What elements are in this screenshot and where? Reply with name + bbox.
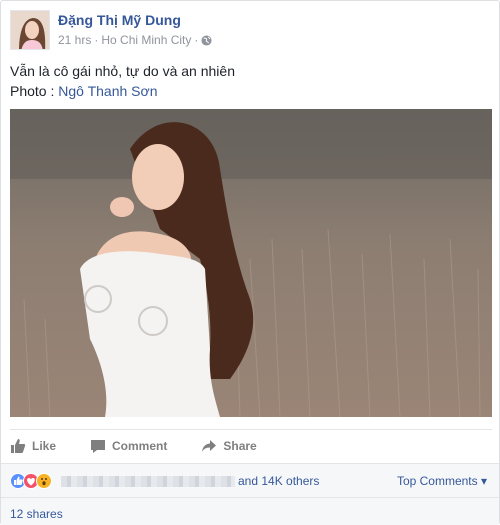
photo-credit-line: Photo : Ngô Thanh Sơn bbox=[10, 81, 490, 101]
like-label: Like bbox=[32, 438, 57, 453]
post-location[interactable]: Ho Chi Minh City bbox=[101, 33, 191, 47]
globe-icon[interactable] bbox=[201, 34, 212, 46]
like-button[interactable]: Like bbox=[10, 438, 56, 454]
comment-label: Comment bbox=[112, 438, 168, 453]
post-time[interactable]: 21 hrs bbox=[58, 33, 91, 47]
reaction-others-count[interactable]: and 14K others bbox=[238, 474, 319, 488]
meta-separator: · bbox=[194, 33, 199, 47]
reaction-icons[interactable] bbox=[10, 473, 52, 489]
post-actions: Like Comment Share bbox=[10, 429, 492, 461]
photo-label: Photo : bbox=[10, 83, 59, 99]
top-comments-dropdown[interactable]: Top Comments ▾ bbox=[397, 474, 487, 488]
shares-row: 12 shares bbox=[1, 497, 499, 525]
share-button[interactable]: Share bbox=[201, 438, 257, 454]
wow-reaction-icon bbox=[36, 473, 52, 489]
blurred-reactor-names bbox=[61, 476, 235, 487]
author-name[interactable]: Đặng Thị Mỹ Dung bbox=[58, 12, 181, 28]
photo-credit-link[interactable]: Ngô Thanh Sơn bbox=[58, 83, 157, 99]
share-arrow-icon bbox=[202, 439, 217, 452]
meta-separator: · bbox=[94, 33, 99, 47]
post-meta: 21 hrs · Ho Chi Minh City · bbox=[58, 33, 212, 47]
post-caption: Vẫn là cô gái nhỏ, tự do và an nhiên bbox=[10, 63, 235, 79]
author-avatar[interactable] bbox=[10, 10, 50, 50]
thumbs-up-icon bbox=[11, 438, 26, 453]
post-photo[interactable] bbox=[10, 109, 492, 417]
share-label: Share bbox=[223, 438, 257, 453]
share-count[interactable]: 12 shares bbox=[10, 507, 63, 521]
comment-button[interactable]: Comment bbox=[90, 438, 167, 454]
post-card: Đặng Thị Mỹ Dung 21 hrs · Ho Chi Minh Ci… bbox=[0, 0, 500, 525]
post-text: Vẫn là cô gái nhỏ, tự do và an nhiên Pho… bbox=[10, 61, 490, 101]
reactions-bar: and 14K others Top Comments ▾ bbox=[1, 463, 499, 497]
comment-icon bbox=[91, 439, 106, 453]
